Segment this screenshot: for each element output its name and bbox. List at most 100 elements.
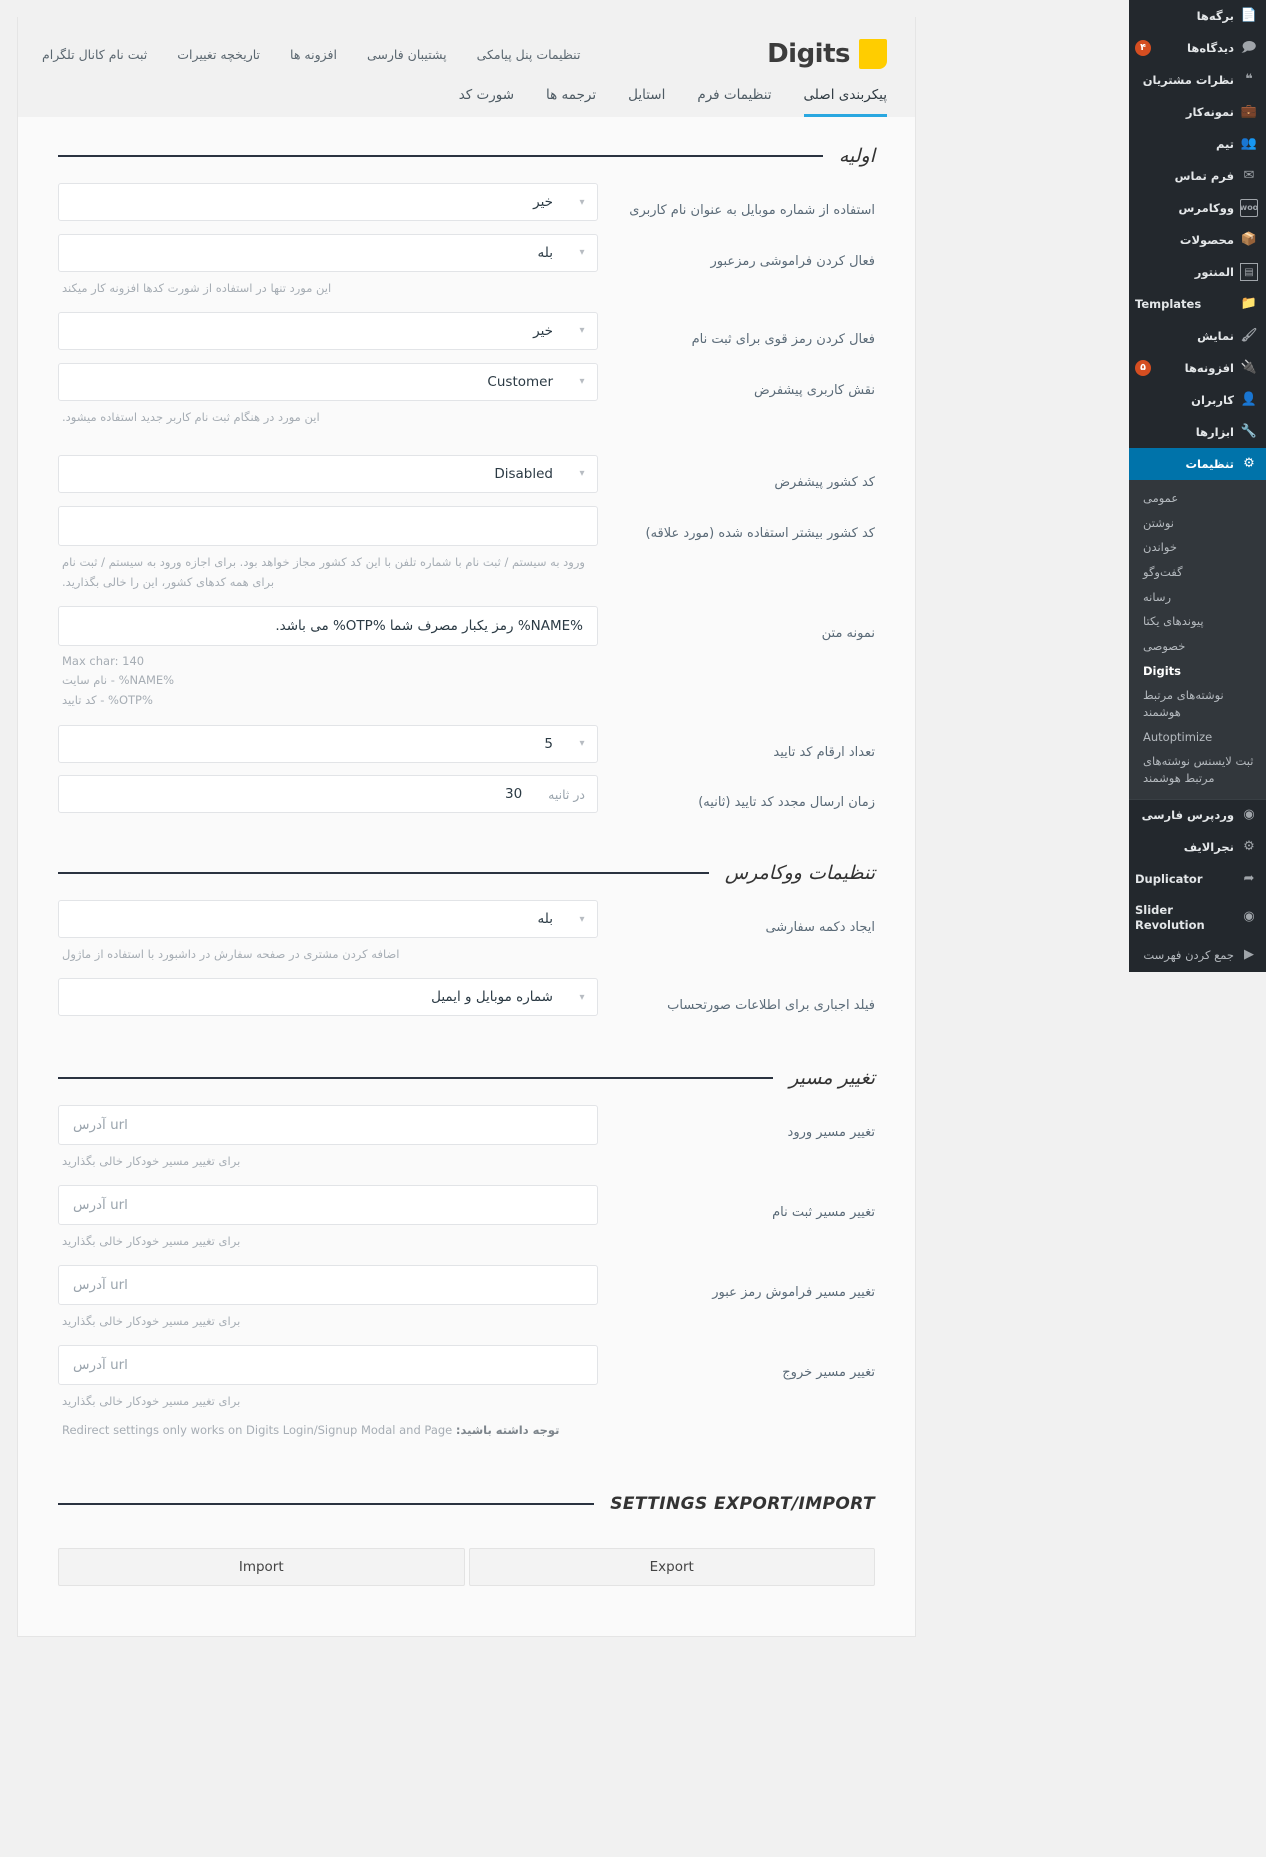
sidebar-item-woocommerce[interactable]: woo ووکامرس [1129, 192, 1266, 224]
input-redirect-login[interactable]: url آدرس [58, 1105, 598, 1146]
select-username-mobile[interactable]: ▾ خیر [58, 183, 598, 221]
sidebar-item-contact-form[interactable]: ✉ فرم تماس [1129, 160, 1266, 192]
sidebar-item-tools[interactable]: 🔧 ابزارها [1129, 416, 1266, 448]
sidebar-item-team[interactable]: 👥 تیم [1129, 128, 1266, 160]
chevron-down-icon: ▾ [579, 196, 585, 208]
portfolio-icon: 💼 [1240, 103, 1258, 119]
field-control: ▾ بله این مورد تنها در استفاده از شورت ک… [58, 233, 623, 300]
sidebar-item-portfolio[interactable]: 💼 نمونه‌کار [1129, 96, 1266, 128]
digits-logo-text: Digits [767, 39, 850, 69]
select-value: Disabled [494, 465, 553, 482]
import-button[interactable]: Import [58, 1547, 465, 1586]
select-default-role[interactable]: ▾ Customer [58, 362, 598, 401]
wp-admin-sidebar: 📄 برگه‌ها 🗩 دیدگاه‌ها ۴ ❝ نظرات مشتریان … [1129, 0, 1266, 972]
submenu-item-privacy[interactable]: خصوصی [1129, 634, 1266, 659]
submenu-item-general[interactable]: عمومی [1129, 486, 1266, 511]
sidebar-item-testimonials[interactable]: ❝ نظرات مشتریان [1129, 64, 1266, 96]
chevron-down-icon: ▾ [579, 376, 585, 388]
panel-header: Digits تنظیمات پنل پیامکی پشتیبان فارسی … [18, 17, 915, 117]
top-link-sms-panel[interactable]: تنظیمات پنل پیامکی [477, 47, 581, 62]
sidebar-item-plugins[interactable]: 🔌 افزونه‌ها ۵ [1129, 352, 1266, 384]
sidebar-item-slider-revolution[interactable]: ◉ Slider Revolution [1129, 896, 1266, 940]
help-name-token: نام سایت - %NAME% [62, 673, 175, 688]
input-suffix-label: در ثانیه [548, 786, 585, 802]
submenu-item-media[interactable]: رسانه [1129, 585, 1266, 610]
sidebar-item-najralife[interactable]: ⚙ نجرالایف [1129, 832, 1266, 864]
export-import-buttons: Export Import [18, 1524, 915, 1596]
sidebar-item-wp-farsi[interactable]: ◉ وردپرس فارسی [1129, 798, 1266, 832]
sidebar-item-label: Slider Revolution [1135, 902, 1205, 932]
input-redirect-forgot-password[interactable]: url آدرس [58, 1265, 598, 1306]
field-help: برای تغییر مسیر خودکار خالی بگذارید [62, 1154, 241, 1169]
top-link-telegram[interactable]: ثبت نام کانال تلگرام [42, 47, 147, 62]
export-button[interactable]: Export [468, 1547, 875, 1586]
section-title-primary: اولیه [838, 145, 875, 167]
sidebar-item-label: وردپرس فارسی [1141, 808, 1234, 823]
input-favorite-country-code[interactable] [58, 505, 598, 546]
input-redirect-logout[interactable]: url آدرس [58, 1345, 598, 1386]
redirect-note-text: Redirect settings only works on Digits L… [62, 1422, 453, 1437]
submenu-item-autoptimize[interactable]: Autoptimize [1129, 725, 1266, 750]
sidebar-item-label: نمونه‌کار [1185, 104, 1234, 119]
submenu-item-reading[interactable]: خواندن [1129, 535, 1266, 560]
chevron-down-icon: ▾ [579, 325, 585, 337]
select-forgot-password[interactable]: ▾ بله [58, 233, 598, 272]
sidebar-item-label: المنتور [1194, 264, 1234, 279]
submenu-item-related-posts-license[interactable]: ثبت لایسنس نوشته‌های مرتبط هوشمند [1129, 749, 1266, 790]
sidebar-item-elementor[interactable]: ▤ المنتور [1129, 256, 1266, 288]
users-icon: 👤 [1240, 391, 1258, 407]
input-sample-text[interactable]: %NAME% رمز یکبار مصرف شما %OTP% می باشد. [58, 605, 598, 646]
field-control: ▾ 5 [58, 724, 623, 763]
field-help: برای تغییر مسیر خودکار خالی بگذارید [62, 1394, 241, 1409]
field-control: %NAME% رمز یکبار مصرف شما %OTP% می باشد.… [58, 605, 623, 713]
tab-shortcode[interactable]: شورت کد [459, 87, 514, 117]
field-help: این مورد در هنگام ثبت نام کاربر جدید است… [62, 409, 320, 424]
sidebar-item-appearance[interactable]: 🖌 نمایش [1129, 320, 1266, 352]
templates-icon: 📁 [1240, 295, 1258, 311]
sidebar-item-products[interactable]: 📦 محصولات [1129, 224, 1266, 256]
tab-translations[interactable]: ترجمه ها [546, 87, 596, 117]
chevron-down-icon: ▾ [579, 991, 585, 1003]
sidebar-item-pages[interactable]: 📄 برگه‌ها [1129, 0, 1266, 32]
select-billing-required[interactable]: ▾ شماره موبایل و ایمیل [58, 978, 598, 1017]
field-label: فعال کردن فراموشی رمزعبور [710, 253, 875, 269]
submenu-item-discussion[interactable]: گفت‌وگو [1129, 560, 1266, 585]
tab-style[interactable]: استایل [628, 87, 665, 117]
field-label: تغییر مسیر ورود [787, 1125, 875, 1141]
submenu-item-permalinks[interactable]: پیوندهای یکتا [1129, 609, 1266, 634]
field-row-otp-digits: تعداد ارقام کد تایید ▾ 5 [18, 719, 915, 770]
product-icon: 📦 [1240, 231, 1258, 247]
select-default-country-code[interactable]: ▾ Disabled [58, 454, 598, 493]
field-help: این مورد تنها در استفاده از شورت کدها اف… [62, 280, 332, 295]
field-help: ورود به سیستم / ثبت نام با شماره تلفن با… [62, 554, 585, 589]
sidebar-collapse-menu[interactable]: ▶ جمع کردن فهرست [1129, 940, 1266, 972]
top-link-changelog[interactable]: تاریخچه تغییرات [177, 47, 260, 62]
submenu-item-related-posts[interactable]: نوشته‌های مرتبط هوشمند [1129, 683, 1266, 724]
select-otp-digits[interactable]: ▾ 5 [58, 724, 598, 763]
section-rule [58, 872, 709, 875]
sidebar-item-users[interactable]: 👤 کاربران [1129, 384, 1266, 416]
select-value: بله [537, 911, 553, 928]
sidebar-item-duplicator[interactable]: ➦ Duplicator [1129, 864, 1266, 896]
input-redirect-signup[interactable]: url آدرس [58, 1185, 598, 1226]
top-link-addons[interactable]: افزونه ها [290, 47, 337, 62]
field-label: تعداد ارقام کد تایید [773, 744, 875, 760]
input-resend-time[interactable]: در ثانیه 30 [58, 775, 598, 814]
top-link-farsi-support[interactable]: پشتیبان فارسی [367, 47, 447, 62]
sidebar-item-templates[interactable]: 📁 Templates [1129, 288, 1266, 320]
submenu-item-writing[interactable]: نوشتن [1129, 511, 1266, 536]
field-help: برای تغییر مسیر خودکار خالی بگذارید [62, 1234, 241, 1249]
sidebar-item-settings[interactable]: ⚙ تنظیمات [1129, 448, 1266, 480]
select-custom-button[interactable]: ▾ بله [58, 900, 598, 939]
sidebar-item-label: نظرات مشتریان [1142, 72, 1234, 87]
tab-main-config[interactable]: پیکربندی اصلی [803, 87, 887, 117]
tab-form-settings[interactable]: تنظیمات فرم [697, 87, 771, 117]
section-title-woocommerce: تنظیمات ووکامرس [724, 862, 875, 885]
select-value: شماره موبایل و ایمیل [431, 989, 553, 1006]
field-row-custom-button: ایجاد دکمه سفارشی ▾ بله اضافه کردن مشتری… [18, 894, 915, 972]
select-strong-password[interactable]: ▾ خیر [58, 311, 598, 350]
elementor-icon: ▤ [1240, 263, 1258, 281]
submenu-item-digits[interactable]: Digits [1129, 659, 1266, 684]
sidebar-item-comments[interactable]: 🗩 دیدگاه‌ها ۴ [1129, 32, 1266, 64]
select-value: 5 [544, 735, 553, 752]
